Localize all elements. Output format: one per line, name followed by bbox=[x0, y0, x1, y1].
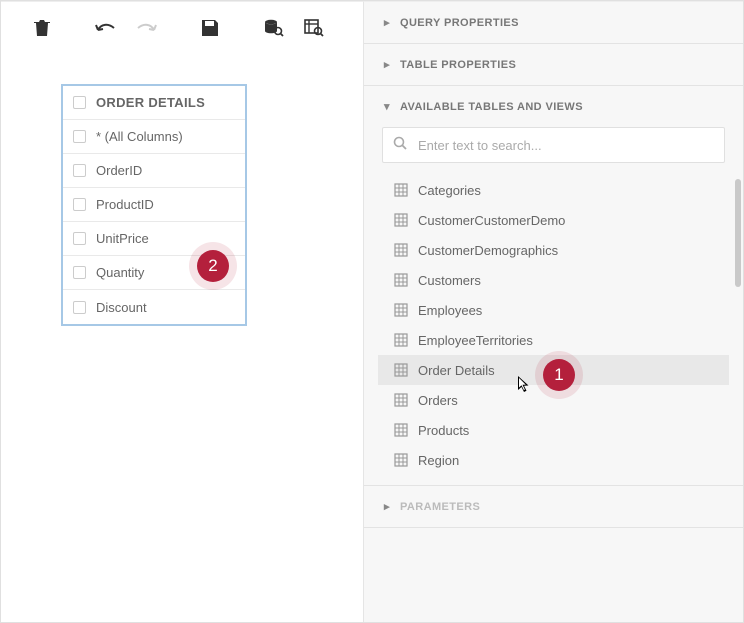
trash-button[interactable] bbox=[29, 15, 55, 41]
table-icon bbox=[394, 423, 408, 437]
table-icon bbox=[394, 273, 408, 287]
table-item[interactable]: CustomerCustomerDemo bbox=[388, 205, 729, 235]
checkbox[interactable] bbox=[73, 198, 86, 211]
column-label: UnitPrice bbox=[96, 231, 149, 246]
section-table-properties[interactable]: ▸ TABLE PROPERTIES bbox=[364, 44, 743, 85]
table-item[interactable]: Products bbox=[388, 415, 729, 445]
chevron-down-icon: ▾ bbox=[382, 100, 392, 113]
table-item-label: Employees bbox=[418, 303, 482, 318]
table-item-label: Orders bbox=[418, 393, 458, 408]
scrollbar-thumb[interactable] bbox=[735, 179, 741, 287]
table-icon bbox=[394, 213, 408, 227]
table-item-label: CustomerCustomerDemo bbox=[418, 213, 565, 228]
results-preview-button[interactable] bbox=[301, 15, 327, 41]
callout-badge-1: 1 bbox=[543, 359, 575, 391]
table-card-order-details[interactable]: ORDER DETAILS * (All Columns) OrderID Prod… bbox=[61, 84, 247, 326]
redo-button[interactable] bbox=[133, 15, 159, 41]
chevron-right-icon: ▸ bbox=[382, 16, 392, 29]
table-icon bbox=[394, 453, 408, 467]
toolbar bbox=[1, 2, 363, 54]
checkbox[interactable] bbox=[73, 164, 86, 177]
search-icon bbox=[393, 136, 408, 154]
query-preview-button[interactable] bbox=[261, 15, 287, 41]
table-item-label: Products bbox=[418, 423, 469, 438]
section-parameters[interactable]: ▸ PARAMETERS bbox=[364, 486, 743, 527]
table-column-row[interactable]: * (All Columns) bbox=[63, 120, 245, 154]
design-surface[interactable]: ORDER DETAILS * (All Columns) OrderID Prod… bbox=[1, 1, 363, 622]
table-icon bbox=[394, 183, 408, 197]
table-icon bbox=[394, 303, 408, 317]
table-card-header[interactable]: ORDER DETAILS bbox=[63, 86, 245, 120]
chevron-right-icon: ▸ bbox=[382, 500, 392, 513]
table-item-label: Order Details bbox=[418, 363, 495, 378]
table-icon bbox=[394, 393, 408, 407]
column-label: ProductID bbox=[96, 197, 154, 212]
save-button[interactable] bbox=[197, 15, 223, 41]
section-available-tables[interactable]: ▾ AVAILABLE TABLES AND VIEWS bbox=[364, 86, 743, 127]
table-item-label: Customers bbox=[418, 273, 481, 288]
section-query-properties[interactable]: ▸ QUERY PROPERTIES bbox=[364, 2, 743, 43]
table-icon bbox=[394, 363, 408, 377]
table-column-row[interactable]: OrderID bbox=[63, 154, 245, 188]
column-label: Quantity bbox=[96, 265, 144, 280]
search-input[interactable] bbox=[418, 138, 714, 153]
table-item[interactable]: Categories bbox=[388, 175, 729, 205]
tables-list: Categories CustomerCustomerDemo CustomerDe… bbox=[378, 175, 729, 475]
table-item[interactable]: EmployeeTerritories bbox=[388, 325, 729, 355]
checkbox[interactable] bbox=[73, 266, 86, 279]
checkbox[interactable] bbox=[73, 301, 86, 314]
table-item[interactable]: Region bbox=[388, 445, 729, 475]
table-item-label: Categories bbox=[418, 183, 481, 198]
checkbox[interactable] bbox=[73, 96, 86, 109]
table-item-label: Region bbox=[418, 453, 459, 468]
checkbox[interactable] bbox=[73, 232, 86, 245]
table-column-row[interactable]: Discount bbox=[63, 290, 245, 324]
table-item[interactable]: Customers bbox=[388, 265, 729, 295]
column-label: Discount bbox=[96, 300, 147, 315]
undo-button[interactable] bbox=[93, 15, 119, 41]
table-item-label: EmployeeTerritories bbox=[418, 333, 533, 348]
checkbox[interactable] bbox=[73, 130, 86, 143]
table-item[interactable]: CustomerDemographics bbox=[388, 235, 729, 265]
table-column-row[interactable]: ProductID bbox=[63, 188, 245, 222]
cursor-icon bbox=[517, 375, 533, 398]
table-item-label: CustomerDemographics bbox=[418, 243, 558, 258]
chevron-right-icon: ▸ bbox=[382, 58, 392, 71]
column-label: * (All Columns) bbox=[96, 129, 183, 144]
column-label: OrderID bbox=[96, 163, 142, 178]
table-icon bbox=[394, 333, 408, 347]
table-item[interactable]: Employees bbox=[388, 295, 729, 325]
table-card-title: ORDER DETAILS bbox=[96, 95, 205, 110]
search-input-container bbox=[382, 127, 725, 163]
properties-panel: ▸ QUERY PROPERTIES ▸ TABLE PROPERTIES ▾ … bbox=[363, 1, 743, 622]
callout-badge-2: 2 bbox=[197, 250, 229, 282]
table-icon bbox=[394, 243, 408, 257]
